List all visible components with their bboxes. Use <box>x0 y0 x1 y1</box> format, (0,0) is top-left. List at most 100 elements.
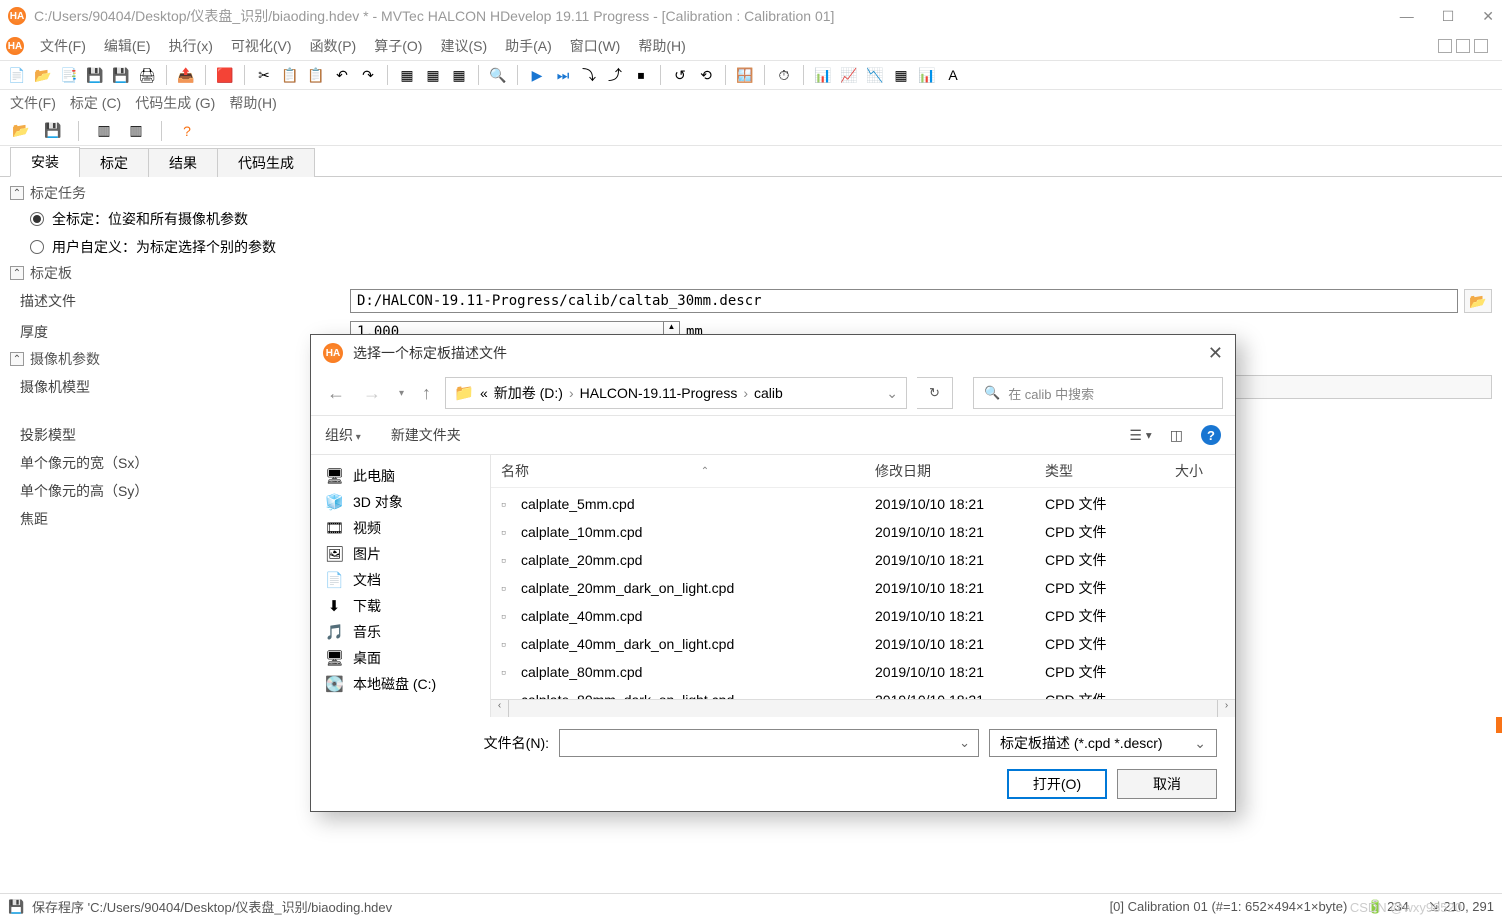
close-button[interactable]: ✕ <box>1482 8 1494 25</box>
tab-install[interactable]: 安装 <box>10 147 80 177</box>
stepin-icon[interactable]: ⤴ <box>604 64 626 86</box>
step-icon[interactable]: ⏭ <box>552 64 574 86</box>
nav-recent-button[interactable]: ▾ <box>395 388 408 399</box>
tab-codegen[interactable]: 代码生成 <box>217 148 315 177</box>
chart2-icon[interactable]: 📈 <box>838 64 860 86</box>
tab-results[interactable]: 结果 <box>148 148 218 177</box>
search-icon[interactable]: 🔍 <box>487 64 509 86</box>
tree-item[interactable]: 🎞视频 <box>311 515 490 541</box>
nav-forward-button[interactable]: → <box>359 383 385 404</box>
paste-icon[interactable]: 📋 <box>305 64 327 86</box>
menu-edit[interactable]: 编辑(E) <box>96 34 159 58</box>
submenu-help[interactable]: 帮助(H) <box>229 93 276 113</box>
tree-item[interactable]: ⬇下载 <box>311 593 490 619</box>
menu-help[interactable]: 帮助(H) <box>630 34 693 58</box>
dialog-close-button[interactable]: ✕ <box>1208 343 1223 364</box>
menu-functions[interactable]: 函数(P) <box>302 34 365 58</box>
scroll-handle[interactable] <box>1496 717 1502 733</box>
reset-icon[interactable]: ↺ <box>669 64 691 86</box>
reset2-icon[interactable]: ⟲ <box>695 64 717 86</box>
nav-back-button[interactable]: ← <box>323 383 349 404</box>
menu-visualize[interactable]: 可视化(V) <box>223 34 300 58</box>
run-icon[interactable]: ▶ <box>526 64 548 86</box>
new-icon[interactable]: 📄 <box>6 64 28 86</box>
panel-right-icon[interactable]: ▥ <box>125 120 147 142</box>
open2-icon[interactable]: 📑 <box>58 64 80 86</box>
tree-item[interactable]: 📄文档 <box>311 567 490 593</box>
tree-item[interactable]: 💽本地磁盘 (C:) <box>311 671 490 697</box>
save-icon[interactable]: 💾 <box>84 64 106 86</box>
radio-full-calibration[interactable] <box>30 212 44 226</box>
panel2-icon[interactable]: ▦ <box>422 64 444 86</box>
mdi-restore-icon[interactable] <box>1456 39 1470 53</box>
breadcrumb-item[interactable]: HALCON-19.11-Progress <box>580 385 738 401</box>
az-icon[interactable]: A <box>942 64 964 86</box>
cancel-button[interactable]: 取消 <box>1117 769 1217 799</box>
col-header-name[interactable]: 名称 <box>501 461 529 481</box>
panel1-icon[interactable]: ▦ <box>396 64 418 86</box>
tree-item[interactable]: 🖥此电脑 <box>311 463 490 489</box>
file-row[interactable]: ▫calplate_40mm_dark_on_light.cpd2019/10/… <box>491 630 1235 658</box>
col-header-size[interactable]: 大小 <box>1175 461 1225 481</box>
file-row[interactable]: ▫calplate_5mm.cpd2019/10/10 18:21CPD 文件 <box>491 490 1235 518</box>
breadcrumb-bar[interactable]: 📁 « 新加卷 (D:) › HALCON-19.11-Progress › c… <box>445 377 907 409</box>
copy-icon[interactable]: 📋 <box>279 64 301 86</box>
print-icon[interactable]: 🖨 <box>136 64 158 86</box>
section-task[interactable]: ⌃ 标定任务 <box>10 181 1492 205</box>
saveall-icon[interactable]: 💾 <box>110 64 132 86</box>
export-icon[interactable]: 📤 <box>175 64 197 86</box>
radio-custom-calibration[interactable] <box>30 240 44 254</box>
menu-suggestions[interactable]: 建议(S) <box>432 34 495 58</box>
tree-item[interactable]: 🎵音乐 <box>311 619 490 645</box>
preview-pane-button[interactable]: ◫ <box>1170 427 1183 444</box>
file-list[interactable]: ▫calplate_5mm.cpd2019/10/10 18:21CPD 文件▫… <box>491 488 1235 699</box>
search-input[interactable]: 🔍 在 calib 中搜索 <box>973 377 1223 409</box>
open-folder-icon[interactable]: 📂 <box>10 120 32 142</box>
col-header-date[interactable]: 修改日期 <box>875 461 1045 481</box>
file-row[interactable]: ▫calplate_20mm_dark_on_light.cpd2019/10/… <box>491 574 1235 602</box>
minimize-button[interactable]: — <box>1400 8 1414 25</box>
file-row[interactable]: ▫calplate_40mm.cpd2019/10/10 18:21CPD 文件 <box>491 602 1235 630</box>
scroll-left-icon[interactable]: ‹ <box>491 700 509 717</box>
file-row[interactable]: ▫calplate_80mm_dark_on_light.cpd2019/10/… <box>491 686 1235 699</box>
desc-file-input[interactable] <box>350 289 1458 313</box>
panel-left-icon[interactable]: ▥ <box>93 120 115 142</box>
timer-icon[interactable]: ⏱ <box>773 64 795 86</box>
tree-item[interactable]: 🧊3D 对象 <box>311 489 490 515</box>
maximize-button[interactable]: ☐ <box>1442 8 1455 25</box>
menu-execute[interactable]: 执行(x) <box>161 34 221 58</box>
organize-button[interactable]: 组织 <box>325 425 361 445</box>
view-mode-button[interactable]: ☰ ▾ <box>1129 427 1151 444</box>
new-folder-button[interactable]: 新建文件夹 <box>391 425 461 445</box>
filetype-select[interactable]: 标定板描述 (*.cpd *.descr) ⌄ <box>989 729 1217 757</box>
tree-item[interactable]: 🖼图片 <box>311 541 490 567</box>
stop-icon[interactable]: 🟥 <box>214 64 236 86</box>
redo-icon[interactable]: ↷ <box>357 64 379 86</box>
file-row[interactable]: ▫calplate_80mm.cpd2019/10/10 18:21CPD 文件 <box>491 658 1235 686</box>
tree-item[interactable]: 🖥桌面 <box>311 645 490 671</box>
chart4-icon[interactable]: 📊 <box>916 64 938 86</box>
save-disk-icon[interactable]: 💾 <box>42 120 64 142</box>
scroll-right-icon[interactable]: › <box>1217 700 1235 717</box>
filename-input[interactable]: ⌄ <box>559 729 979 757</box>
cut-icon[interactable]: ✂ <box>253 64 275 86</box>
filetype-dropdown-icon[interactable]: ⌄ <box>1194 735 1206 752</box>
open-icon[interactable]: 📂 <box>32 64 54 86</box>
panel3-icon[interactable]: ▦ <box>448 64 470 86</box>
menu-assistants[interactable]: 助手(A) <box>497 34 560 58</box>
nav-up-button[interactable]: ↑ <box>418 383 435 404</box>
file-row[interactable]: ▫calplate_10mm.cpd2019/10/10 18:21CPD 文件 <box>491 518 1235 546</box>
breadcrumb-item[interactable]: 新加卷 (D:) <box>494 383 563 403</box>
submenu-file[interactable]: 文件(F) <box>10 93 56 113</box>
breadcrumb-dropdown-icon[interactable]: ⌄ <box>886 385 898 402</box>
tab-calibrate[interactable]: 标定 <box>79 148 149 177</box>
refresh-button[interactable]: ↻ <box>917 377 953 409</box>
stop2-icon[interactable]: ⏹ <box>630 64 652 86</box>
help-icon[interactable]: ? <box>176 120 198 142</box>
table-icon[interactable]: ▦ <box>890 64 912 86</box>
open-button[interactable]: 打开(O) <box>1007 769 1107 799</box>
mdi-close-icon[interactable] <box>1474 39 1488 53</box>
col-header-type[interactable]: 类型 <box>1045 461 1175 481</box>
submenu-codegen[interactable]: 代码生成 (G) <box>135 93 215 113</box>
submenu-calibrate[interactable]: 标定 (C) <box>70 93 121 113</box>
